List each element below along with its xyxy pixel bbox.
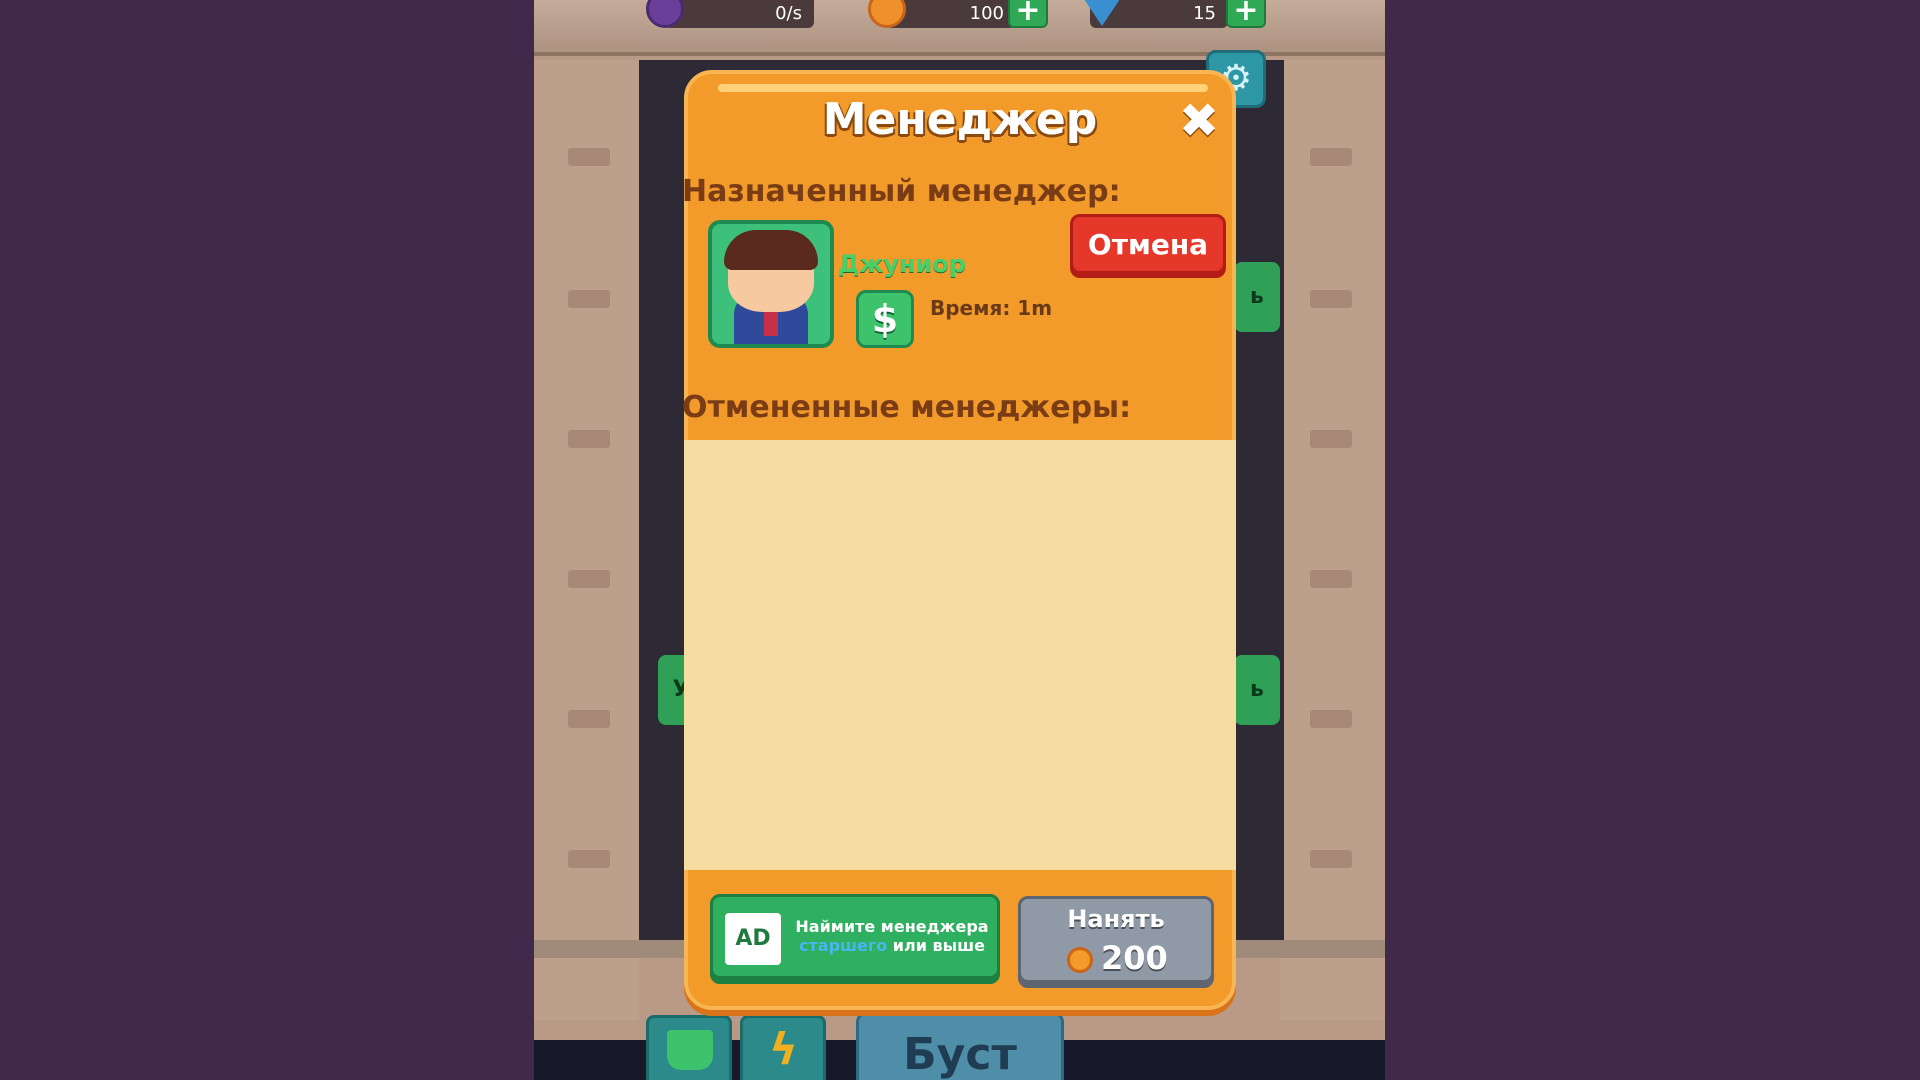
plus-icon: + (1015, 0, 1041, 28)
gem-icon (1078, 0, 1126, 26)
dollar-icon: $ (856, 290, 914, 348)
plus-icon: + (1233, 0, 1259, 28)
cancelled-managers-list (684, 440, 1236, 870)
coin-icon (1067, 947, 1093, 973)
boost-button[interactable]: Буст (856, 1012, 1064, 1080)
manager-time: Время: 1m (930, 296, 1053, 320)
ad-text: Наймите менеджера старшего или выше (789, 917, 995, 955)
background-right (1385, 0, 1920, 1080)
side-level-button-right[interactable]: ь (1234, 655, 1280, 725)
manager-dialog: Менеджер ✖ Назначенный менеджер: Джуниор… (682, 70, 1236, 1010)
right-wall (1280, 60, 1385, 1020)
watch-ad-button[interactable]: AD Наймите менеджера старшего или выше (710, 894, 1000, 984)
coins-value: 100 (969, 3, 1004, 24)
basket-icon (667, 1030, 713, 1070)
cancel-button[interactable]: Отмена (1070, 214, 1226, 278)
avatar-hair (724, 230, 818, 270)
lightning-icon: ϟ (769, 1024, 799, 1075)
manager-avatar[interactable] (708, 220, 834, 348)
cancelled-managers-label: Отмененные менеджеры: (682, 390, 1132, 425)
top-bar: 0/s 100 + 15 + (534, 0, 1385, 56)
left-wall (534, 60, 639, 1020)
ad-text-line2: или выше (887, 936, 985, 955)
ad-text-line1: Наймите менеджера (795, 917, 989, 936)
background-left (0, 0, 534, 1080)
close-button[interactable]: ✖ (1174, 96, 1224, 146)
dialog-gloss (718, 84, 1208, 92)
income-stat: 0/s (664, 0, 814, 28)
manager-name: Джуниор (838, 250, 966, 278)
income-value: 0/s (775, 3, 802, 24)
ad-icon: AD (725, 913, 781, 965)
hire-button[interactable]: Нанять 200 (1018, 896, 1214, 988)
hire-price: 200 (1101, 939, 1168, 977)
gems-value: 15 (1193, 3, 1216, 24)
lightning-button[interactable]: ϟ (740, 1015, 826, 1080)
hire-label: Нанять (1067, 905, 1165, 933)
close-icon: ✖ (1178, 93, 1220, 149)
basket-button[interactable] (646, 1015, 732, 1080)
add-coins-button[interactable]: + (1008, 0, 1048, 28)
dialog-title: Менеджер (822, 94, 1098, 145)
assigned-manager-label: Назначенный менеджер: (682, 174, 1121, 209)
ad-text-highlight: старшего (799, 936, 888, 955)
side-level-button-right-top[interactable]: ь (1234, 262, 1280, 332)
add-gems-button[interactable]: + (1226, 0, 1266, 28)
